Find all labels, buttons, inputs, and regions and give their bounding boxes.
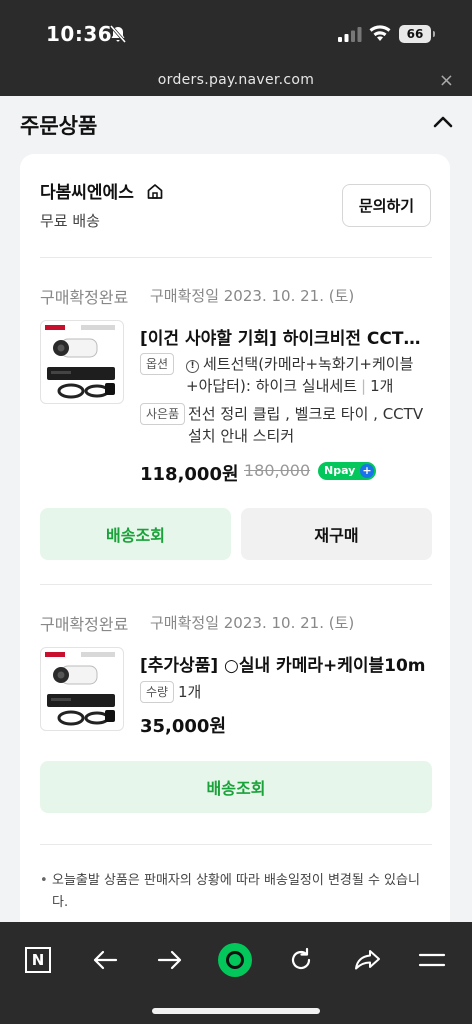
- shipping-notice: 오늘출발 상품은 판매자의 상황에 따라 배송일정이 변경될 수 있습니다.: [40, 870, 432, 914]
- naver-n-label: N: [25, 947, 51, 973]
- order-status: 구매확정완료: [40, 615, 129, 634]
- product-title[interactable]: [추가상품] ○실내 카메라+케이블10m: [140, 651, 432, 676]
- url-bar: orders.pay.naver.com ×: [0, 66, 472, 96]
- home-indicator: [152, 1008, 320, 1014]
- page-content: 주문상품 다봄씨엔에스 무료 배송 문의하기 구매확정완료 구매확정일 2023…: [0, 96, 472, 922]
- store-home-icon[interactable]: [146, 182, 164, 200]
- order-date: 구매확정일 2023. 10. 21. (토): [150, 614, 355, 632]
- inquiry-button[interactable]: 문의하기: [342, 184, 431, 227]
- status-bar: 10:36 66: [0, 0, 472, 66]
- seller-name[interactable]: 다봄씨엔에스: [40, 178, 134, 203]
- track-delivery-button[interactable]: 배송조회: [40, 508, 231, 560]
- battery-indicator: 66: [399, 25, 435, 43]
- silent-bell-icon: [109, 25, 127, 43]
- forward-arrow-icon[interactable]: [146, 936, 194, 984]
- order-card: 다봄씨엔에스 무료 배송 문의하기 구매확정완료 구매확정일 2023. 10.…: [20, 154, 450, 922]
- product-price: 118,000원: [140, 464, 239, 485]
- shipping-type: 무료 배송: [40, 212, 100, 230]
- qty-tag: 수량: [140, 681, 175, 703]
- back-arrow-icon[interactable]: [81, 936, 129, 984]
- divider: [40, 584, 432, 585]
- plus-icon: +: [360, 464, 374, 478]
- option-tag: 옵션: [140, 353, 175, 375]
- share-icon[interactable]: [343, 936, 391, 984]
- section-header[interactable]: 주문상품: [0, 96, 472, 152]
- product-thumbnail[interactable]: [40, 320, 124, 404]
- product-thumbnail[interactable]: [40, 647, 124, 731]
- gift-tag: 사은품: [140, 403, 186, 425]
- naver-n-icon[interactable]: N: [14, 936, 62, 984]
- track-delivery-button[interactable]: 배송조회: [40, 761, 432, 813]
- order-status: 구매확정완료: [40, 288, 129, 307]
- npay-plus-badge: Npay +: [318, 462, 376, 480]
- menu-icon[interactable]: [408, 936, 456, 984]
- product-price: 35,000원: [140, 716, 227, 737]
- refresh-icon[interactable]: [277, 936, 325, 984]
- cctv-product-image: [45, 652, 115, 726]
- divider: [40, 257, 432, 258]
- cellular-signal-icon: [338, 27, 362, 42]
- chevron-up-icon[interactable]: [432, 114, 454, 130]
- clock: 10:36: [46, 22, 113, 46]
- info-icon: !: [186, 360, 199, 373]
- npay-label: Npay: [324, 464, 356, 477]
- green-dot-icon[interactable]: [211, 936, 259, 984]
- section-title: 주문상품: [20, 114, 98, 138]
- page-url[interactable]: orders.pay.naver.com: [0, 72, 472, 88]
- divider: [40, 844, 432, 845]
- quantity-value: 1개: [178, 683, 202, 701]
- option-qty: 1개: [370, 377, 394, 395]
- gift-text: 전선 정리 클립 , 벨크로 타이 , CCTV 설치 안내 스티커: [188, 405, 424, 445]
- rebuy-button[interactable]: 재구매: [241, 508, 432, 560]
- original-price: 180,000: [244, 461, 311, 480]
- option-text: ! 세트선택(카메라+녹화기+케이블+아답터): 하이크 실내세트 | 1개: [186, 355, 414, 395]
- wifi-icon: [369, 25, 391, 41]
- cctv-product-image: [45, 325, 115, 399]
- order-date: 구매확정일 2023. 10. 21. (토): [150, 287, 355, 305]
- close-icon[interactable]: ×: [439, 70, 454, 91]
- product-title[interactable]: [이건 사야할 기회] 하이크비전 CCTV 카메라 세트: [140, 324, 432, 349]
